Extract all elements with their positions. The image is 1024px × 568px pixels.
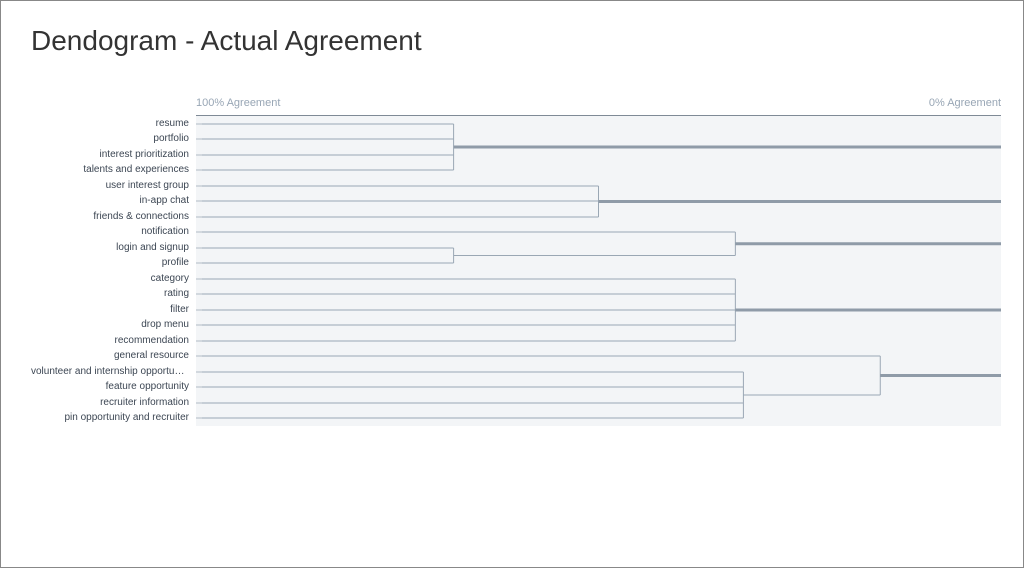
leaf-label: category: [31, 273, 189, 284]
leaf-label: volunteer and internship opportuni…: [31, 366, 189, 377]
leaf-label: user interest group: [31, 180, 189, 191]
dendrogram-chart: 100% Agreement 0% Agreement resumeportfo…: [31, 97, 1001, 426]
leaf-label: portfolio: [31, 133, 189, 144]
leaf-label: resume: [31, 118, 189, 129]
leaf-label: feature opportunity: [31, 381, 189, 392]
axis-label-left: 100% Agreement: [196, 97, 280, 109]
leaf-label: profile: [31, 257, 189, 268]
leaf-label: drop menu: [31, 319, 189, 330]
leaf-label: in-app chat: [31, 195, 189, 206]
leaf-label: recommendation: [31, 335, 189, 346]
leaf-label: notification: [31, 226, 189, 237]
leaf-label: friends & connections: [31, 211, 189, 222]
leaf-label: login and signup: [31, 242, 189, 253]
leaf-label: interest prioritization: [31, 149, 189, 160]
leaf-label: general resource: [31, 350, 189, 361]
page-title: Dendogram - Actual Agreement: [31, 25, 1001, 57]
axis-label-right: 0% Agreement: [929, 97, 1001, 109]
leaf-label: filter: [31, 304, 189, 315]
leaf-label: pin opportunity and recruiter: [31, 412, 189, 423]
dendrogram-svg: [196, 116, 1001, 426]
axis-row: 100% Agreement 0% Agreement: [196, 97, 1001, 115]
leaf-label: recruiter information: [31, 397, 189, 408]
chart-area: resumeportfoliointerest prioritizationta…: [196, 115, 1001, 426]
leaf-label: rating: [31, 288, 189, 299]
leaf-label: talents and experiences: [31, 164, 189, 175]
